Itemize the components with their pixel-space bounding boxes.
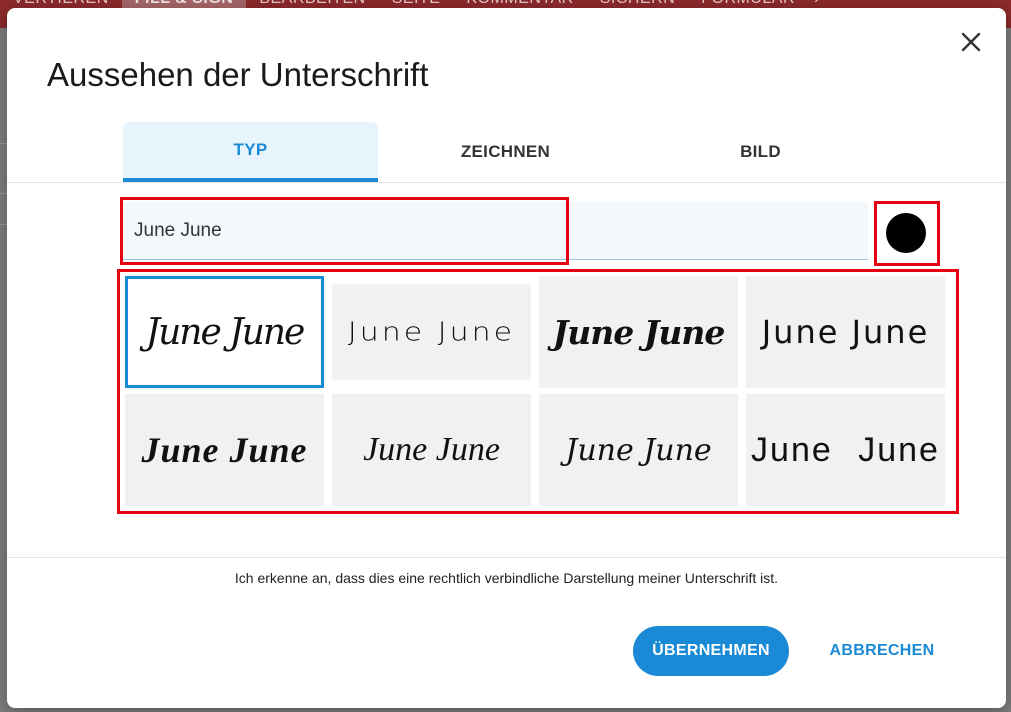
signature-style-option[interactable]: June June (539, 394, 738, 506)
bg-tab: VERTIEREN (0, 0, 122, 8)
tab-bar: TYP ZEICHNEN BILD (123, 122, 888, 182)
signature-style-option[interactable]: June June (332, 394, 531, 506)
bg-tab: KOMMENTAR (453, 0, 586, 8)
color-picker-button[interactable] (886, 213, 926, 253)
signature-style-option[interactable]: June June (539, 276, 738, 388)
close-button[interactable] (957, 28, 985, 56)
signature-style-option[interactable]: June June (746, 394, 945, 506)
dialog-title: Aussehen der Unterschrift (47, 56, 429, 93)
legal-notice: Ich erkenne an, dass dies eine rechtlich… (234, 570, 779, 586)
close-icon (961, 32, 981, 52)
bg-tab: SICHERN (587, 0, 689, 8)
signature-style-option[interactable]: June June (746, 276, 945, 388)
signature-style-option[interactable]: June June (125, 394, 324, 506)
bg-tab: SEITE (379, 0, 454, 8)
bg-tab: FORMULAR (688, 0, 808, 8)
divider (7, 557, 1006, 558)
tab-image[interactable]: BILD (633, 122, 888, 182)
cancel-button[interactable]: ABBRECHEN (815, 626, 949, 676)
signature-style-grid: June June June June June June June June … (125, 276, 945, 506)
apply-button[interactable]: ÜBERNEHMEN (633, 626, 789, 676)
signature-style-option[interactable]: June June (332, 284, 531, 380)
tab-draw[interactable]: ZEICHNEN (378, 122, 633, 182)
divider (7, 182, 1006, 183)
signature-name-input[interactable] (123, 202, 868, 260)
tab-type[interactable]: TYP (123, 122, 378, 182)
chevron-right-icon: › (808, 0, 825, 8)
signature-style-option[interactable]: June June (125, 276, 324, 388)
bg-tab: BEARBEITEN (246, 0, 378, 8)
signature-appearance-dialog: Aussehen der Unterschrift TYP ZEICHNEN B… (7, 8, 1006, 708)
bg-tab-active: FILL & SIGN (121, 0, 247, 8)
